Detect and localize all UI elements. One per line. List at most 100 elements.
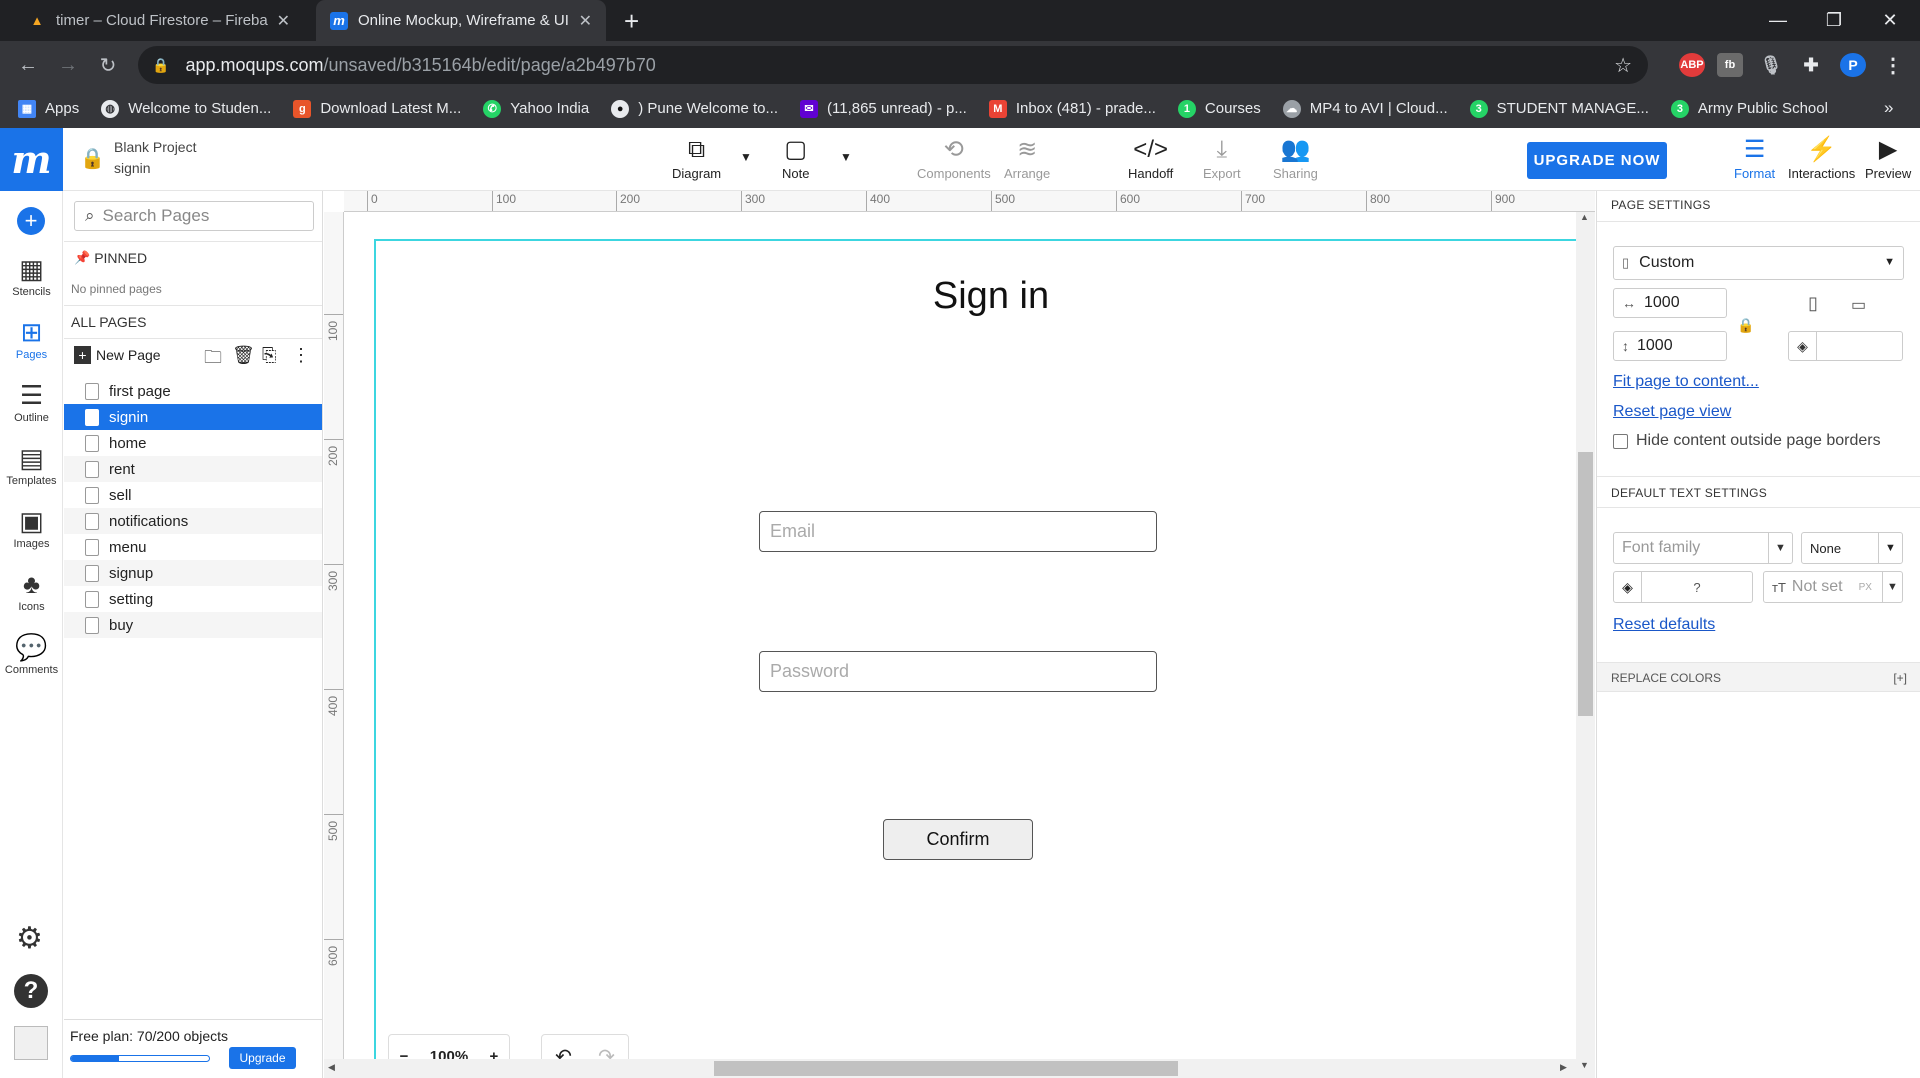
page-item[interactable]: rent xyxy=(64,456,322,482)
more-options-icon[interactable]: ⋮ xyxy=(292,345,310,366)
scroll-left-icon[interactable]: ◀ xyxy=(328,1062,335,1073)
new-folder-icon[interactable]: 🗀 xyxy=(204,345,222,375)
moqups-logo[interactable]: m xyxy=(0,128,63,191)
reset-defaults-link[interactable]: Reset defaults xyxy=(1613,616,1715,634)
page-item[interactable]: sell xyxy=(64,482,322,508)
upgrade-button[interactable]: Upgrade xyxy=(229,1047,296,1069)
font-family-select[interactable]: Font family ▼ xyxy=(1613,532,1793,564)
rail-outline[interactable]: ☰ Outline xyxy=(0,378,63,424)
user-avatar[interactable] xyxy=(14,1026,48,1060)
bookmark-item[interactable]: M Inbox (481) - prade... xyxy=(988,99,1156,118)
fit-page-link[interactable]: Fit page to content... xyxy=(1613,373,1759,391)
mockup-page[interactable]: Sign in Email Password Confirm xyxy=(374,239,1576,1059)
search-pages-input[interactable]: ⌕ Search Pages xyxy=(74,201,314,231)
preview-tab[interactable]: ▶ Preview xyxy=(1865,134,1911,181)
project-name[interactable]: Blank Project xyxy=(114,139,196,155)
hide-outside-checkbox[interactable] xyxy=(1613,433,1628,449)
email-field[interactable]: Email xyxy=(759,511,1157,552)
scroll-up-icon[interactable]: ▲ xyxy=(1580,212,1589,222)
undo-icon[interactable]: ↶ xyxy=(555,1044,572,1060)
canvas-area[interactable]: 0 100 200 300 400 500 600 700 800 900 10… xyxy=(324,191,1595,1078)
bookmark-item[interactable]: ✆ Yahoo India xyxy=(483,99,589,118)
replace-colors-section[interactable]: REPLACE COLORS [+] xyxy=(1597,662,1920,692)
export-tool[interactable]: ⤓ Export xyxy=(1203,134,1241,181)
page-item[interactable]: menu xyxy=(64,534,322,560)
maximize-window-icon[interactable]: ❐ xyxy=(1806,0,1862,41)
new-tab-button[interactable]: + xyxy=(624,6,639,37)
vertical-scroll-thumb[interactable] xyxy=(1578,452,1593,716)
close-tab-icon[interactable]: ✕ xyxy=(579,11,592,31)
profile-avatar[interactable]: P xyxy=(1840,53,1866,77)
arrange-tool[interactable]: ≋ Arrange xyxy=(1004,134,1050,181)
trash-icon[interactable]: 🗑 xyxy=(232,345,255,366)
browser-menu-icon[interactable]: ⋮ xyxy=(1880,53,1906,77)
rail-templates[interactable]: ▤ Templates xyxy=(0,441,63,487)
bookmarks-overflow-icon[interactable]: » xyxy=(1884,98,1893,118)
replace-colors-toggle[interactable]: [+] xyxy=(1893,671,1907,685)
rail-pages[interactable]: ⊞ Pages xyxy=(0,315,63,361)
confirm-button[interactable]: Confirm xyxy=(883,819,1033,860)
scroll-right-icon[interactable]: ▶ xyxy=(1560,1062,1567,1073)
page-item[interactable]: setting xyxy=(64,586,322,612)
handoff-tool[interactable]: </> Handoff xyxy=(1128,134,1173,181)
components-tool[interactable]: ⟲ Components xyxy=(917,134,991,181)
page-item[interactable]: home xyxy=(64,430,322,456)
microphone-icon[interactable]: 🎙 xyxy=(1758,53,1784,77)
reload-icon[interactable]: ↻ xyxy=(92,49,124,81)
redo-icon[interactable]: ↷ xyxy=(598,1044,615,1060)
text-color-picker[interactable]: ◈ ? xyxy=(1613,571,1753,603)
upgrade-now-button[interactable]: UPGRADE NOW xyxy=(1527,142,1667,179)
new-page-button[interactable]: + New Page xyxy=(74,346,161,364)
forward-icon[interactable]: → xyxy=(52,49,84,81)
note-dropdown-icon[interactable]: ▼ xyxy=(840,150,852,164)
zoom-level[interactable]: 100% xyxy=(430,1048,468,1060)
font-style-select[interactable]: None ▼ xyxy=(1801,532,1903,564)
bookmark-item[interactable]: 1 Courses xyxy=(1177,99,1261,118)
zoom-in-button[interactable]: + xyxy=(490,1048,499,1060)
page-size-select[interactable]: ▯ Custom ▼ xyxy=(1613,246,1904,280)
page-height-input[interactable]: ↕ 1000 xyxy=(1613,331,1727,361)
bookmark-item[interactable]: 3 Army Public School xyxy=(1670,99,1828,118)
tab-firestore[interactable]: ▲ timer – Cloud Firestore – Fireba: ✕ xyxy=(14,0,304,41)
page-width-input[interactable]: ↔ 1000 xyxy=(1613,288,1727,318)
bookmark-item[interactable]: ✉ (11,865 unread) - p... xyxy=(800,99,967,118)
bookmark-apps[interactable]: ▦ Apps xyxy=(18,99,79,118)
bookmark-item[interactable]: ☁ MP4 to AVI | Cloud... xyxy=(1282,99,1448,118)
rail-stencils[interactable]: ▦ Stencils xyxy=(0,252,63,298)
page-item[interactable]: buy xyxy=(64,612,322,638)
portrait-icon[interactable]: ▯ xyxy=(1808,293,1818,314)
help-icon[interactable]: ? xyxy=(14,974,48,1008)
font-size-input[interactable]: ᴛT Not set PX ▼ xyxy=(1763,571,1903,603)
back-icon[interactable]: ← xyxy=(12,49,44,81)
bookmark-star-icon[interactable]: ☆ xyxy=(1614,53,1632,78)
add-icon[interactable]: + xyxy=(17,207,45,235)
horizontal-scrollbar[interactable]: ◀ ▶ xyxy=(324,1059,1576,1078)
bookmark-item[interactable]: ●) Pune Welcome to... xyxy=(611,99,778,118)
page-item[interactable]: signup xyxy=(64,560,322,586)
diagram-dropdown-icon[interactable]: ▼ xyxy=(740,150,752,164)
page-item-selected[interactable]: signin xyxy=(64,404,322,430)
scroll-down-icon[interactable]: ▼ xyxy=(1580,1060,1589,1070)
rail-images[interactable]: ▣ Images xyxy=(0,504,63,550)
tab-moqups[interactable]: m Online Mockup, Wireframe & UI ✕ xyxy=(316,0,606,41)
reset-page-view-link[interactable]: Reset page view xyxy=(1613,403,1731,421)
page-item[interactable]: notifications xyxy=(64,508,322,534)
rail-icons[interactable]: ♣ Icons xyxy=(0,567,63,613)
close-tab-icon[interactable]: ✕ xyxy=(277,11,290,31)
adblock-icon[interactable]: ABP xyxy=(1679,53,1705,77)
bookmark-item[interactable]: ◍ Welcome to Studen... xyxy=(101,99,271,118)
bookmark-item[interactable]: g Download Latest M... xyxy=(293,99,461,118)
signin-title[interactable]: Sign in xyxy=(376,275,1576,318)
page-item[interactable]: first page xyxy=(64,378,322,404)
hide-outside-checkbox-row[interactable]: Hide content outside page borders xyxy=(1613,432,1881,450)
duplicate-icon[interactable]: ⎘ xyxy=(262,345,276,366)
diagram-tool[interactable]: ⧉ Diagram xyxy=(672,134,721,181)
page-fill-color[interactable]: ◈ xyxy=(1788,331,1903,361)
horizontal-scroll-thumb[interactable] xyxy=(714,1061,1178,1076)
sharing-tool[interactable]: 👥 Sharing xyxy=(1273,134,1318,181)
vertical-scrollbar[interactable]: ▲ ▼ xyxy=(1576,212,1595,1078)
address-bar[interactable]: 🔒 app.moqups.com/unsaved/b315164b/edit/p… xyxy=(138,46,1648,84)
aspect-lock-icon[interactable]: 🔒 xyxy=(1737,317,1754,334)
rail-comments[interactable]: 💬 Comments xyxy=(0,630,63,676)
landscape-icon[interactable]: ▭ xyxy=(1851,295,1866,315)
